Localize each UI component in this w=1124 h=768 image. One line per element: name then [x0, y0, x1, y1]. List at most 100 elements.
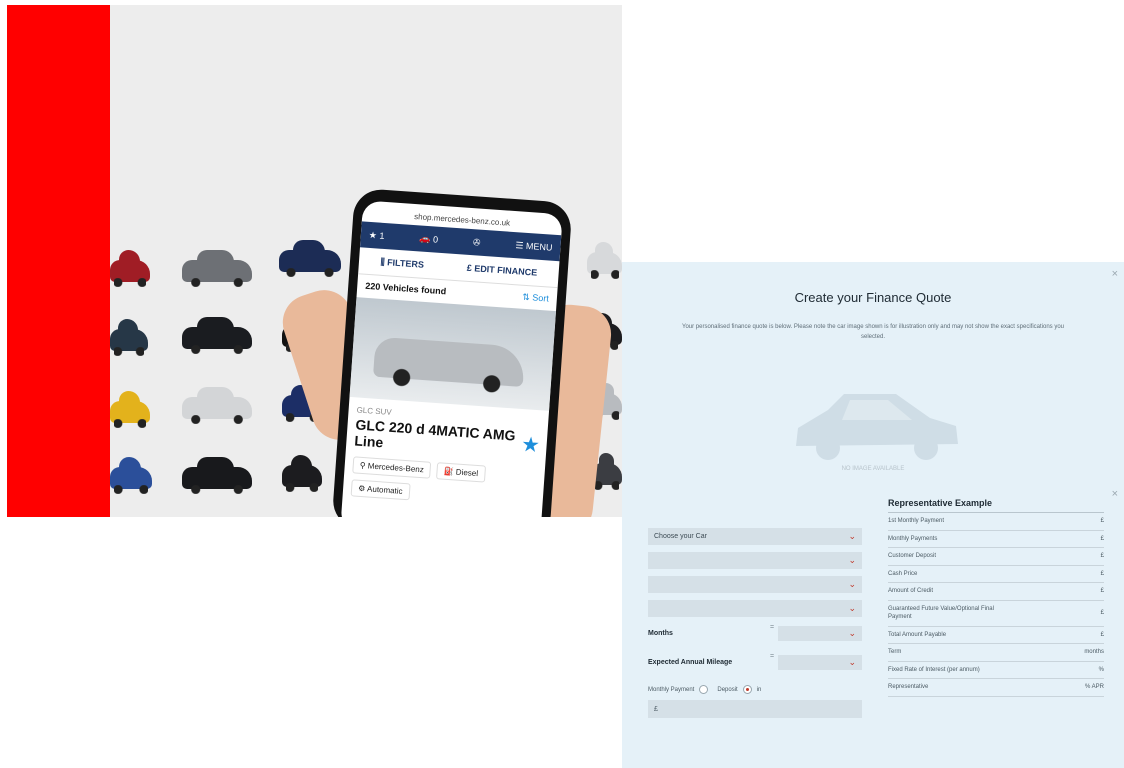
mileage-eq: = — [770, 653, 775, 660]
deposit-radio[interactable] — [742, 685, 752, 694]
sort-label: Sort — [532, 292, 550, 304]
edit-finance-button[interactable]: £ EDIT FINANCE — [466, 263, 537, 278]
modal-title: Create your Finance Quote — [794, 290, 952, 305]
amount-prefix: £ — [654, 705, 658, 713]
rep-label: Monthly Payments — [888, 535, 938, 542]
favourite-star-icon[interactable]: ★ — [522, 434, 539, 456]
rep-value: £ — [1100, 518, 1104, 525]
rep-row: Term months — [888, 644, 1104, 662]
rep-value: £ — [1100, 588, 1104, 595]
vehicles-found: 220 Vehicles found — [364, 280, 447, 297]
phone-screen: shop.mercedes-benz.co.uk ★ 1 🚗 0 ✇ ☰ MEN… — [340, 200, 563, 517]
rep-row: Monthly Payments £ — [888, 531, 1104, 548]
sort-button[interactable]: ⇅ Sort — [522, 292, 549, 305]
red-accent-strip — [7, 5, 110, 517]
car-thumbnail — [110, 250, 150, 287]
rep-value: £ — [1100, 535, 1104, 542]
chevron-down-icon: ⌄ — [848, 628, 856, 638]
rep-value: months — [1084, 649, 1104, 656]
car-thumbnail — [182, 457, 252, 494]
tag-transmission: ⚙ Automatic — [350, 479, 411, 501]
choose-car-select[interactable]: Choose your Car ⌄ — [648, 528, 862, 545]
months-eq: = — [770, 624, 775, 631]
car-thumbnail — [182, 250, 252, 287]
car-thumbnail — [110, 319, 148, 356]
mileage-select[interactable]: ⌄ — [778, 655, 862, 670]
menu-button[interactable]: ☰ MENU — [515, 240, 553, 254]
tag-brand: ⚲ Mercedes-Benz — [352, 456, 432, 479]
months-select[interactable]: ⌄ — [778, 626, 862, 641]
rep-label: Total Amount Payable — [888, 631, 947, 638]
payment-type-radios: Monthly Payment Deposit in — [648, 685, 761, 694]
no-image-label: NO IMAGE AVAILABLE — [841, 466, 905, 472]
favourites[interactable]: ★ 1 — [368, 229, 385, 241]
model-select[interactable]: ⌄ — [648, 552, 862, 569]
rep-example-title: Representative Example — [888, 498, 1104, 513]
rep-label: Representative — [888, 684, 929, 691]
car-thumbnail — [282, 455, 322, 492]
close-icon[interactable]: × — [1112, 268, 1118, 280]
car-photo[interactable] — [349, 297, 557, 411]
rep-row: Customer Deposit £ — [888, 548, 1104, 566]
rep-row: Amount of Credit £ — [888, 583, 1104, 601]
rep-label: Guaranteed Future Value/Optional Final P… — [888, 606, 994, 620]
car-placeholder-icon — [796, 394, 958, 460]
rep-value: £ — [1100, 631, 1104, 638]
tag-brand-label: Mercedes-Benz — [367, 461, 425, 475]
close-icon-secondary[interactable]: × — [1112, 488, 1118, 500]
finance-quote-modal: × Create your Finance Quote Your persona… — [622, 262, 1124, 768]
mercedes-logo-icon: ✇ — [472, 236, 481, 248]
rep-label: Term — [888, 649, 902, 656]
rep-label: Cash Price — [888, 570, 918, 577]
in-label: in — [756, 686, 762, 693]
rep-row: Fixed Rate of Interest (per annum)% — [888, 662, 1104, 679]
mileage-label: Expected Annual Mileage — [648, 659, 733, 666]
car-thumbnail — [110, 391, 150, 428]
menu-label: MENU — [525, 240, 553, 253]
car-thumbnail — [182, 387, 252, 424]
tag-transmission-label: Automatic — [366, 484, 403, 496]
rep-value: £ — [1100, 553, 1104, 560]
edit-finance-label: EDIT FINANCE — [473, 263, 538, 278]
fav-count: 1 — [379, 230, 385, 241]
car-thumbnail — [279, 240, 341, 277]
chevron-down-icon: ⌄ — [848, 579, 856, 589]
rep-row: Total Amount Payable £ — [888, 627, 1104, 644]
garage[interactable]: 🚗 0 — [419, 233, 438, 245]
chevron-down-icon: ⌄ — [848, 657, 856, 667]
garage-count: 0 — [432, 233, 439, 245]
choose-car-value: Choose your Car — [654, 533, 707, 540]
filters-button[interactable]: ⫼ FILTERS — [380, 256, 424, 270]
trim-select[interactable]: ⌄ — [648, 600, 862, 617]
rep-label: Customer Deposit — [888, 553, 937, 560]
rep-row: Guaranteed Future Value/Optional Final P… — [888, 601, 1104, 627]
car-thumbnail — [110, 457, 152, 494]
variant-select[interactable]: ⌄ — [648, 576, 862, 593]
monthly-payment-label: Monthly Payment — [648, 686, 695, 693]
modal-description: Your personalised finance quote is below… — [682, 324, 1064, 340]
representative-example: Representative Example 1st Monthly Payme… — [888, 498, 1104, 697]
chevron-down-icon: ⌄ — [848, 555, 856, 565]
rep-value: % APR — [1084, 684, 1104, 691]
rep-value: £ — [1100, 610, 1104, 616]
rep-label: Fixed Rate of Interest (per annum) — [888, 666, 980, 673]
tag-fuel-label: Diesel — [455, 467, 479, 479]
chevron-down-icon: ⌄ — [848, 531, 856, 541]
car-thumbnail — [587, 242, 622, 279]
fuel-pump-icon: ⛽ — [443, 466, 457, 477]
deposit-label: Deposit — [717, 686, 738, 693]
smartphone: shop.mercedes-benz.co.uk ★ 1 🚗 0 ✇ ☰ MEN… — [331, 187, 573, 517]
rep-label: 1st Monthly Payment — [888, 518, 945, 525]
rep-row: Cash Price £ — [888, 566, 1104, 583]
silver-suv — [373, 336, 526, 387]
rep-label: Amount of Credit — [888, 588, 934, 595]
monthly-payment-radio[interactable] — [699, 685, 709, 694]
promo-image: shop.mercedes-benz.co.uk ★ 1 🚗 0 ✇ ☰ MEN… — [7, 5, 622, 517]
rep-row: 1st Monthly Payment £ — [888, 513, 1104, 531]
filters-label: FILTERS — [386, 256, 425, 270]
amount-input[interactable]: £ — [648, 700, 862, 718]
rep-value: £ — [1100, 570, 1104, 577]
months-label: Months — [648, 630, 673, 637]
car-thumbnail — [182, 317, 252, 354]
rep-row: Representative % APR — [888, 679, 1104, 697]
